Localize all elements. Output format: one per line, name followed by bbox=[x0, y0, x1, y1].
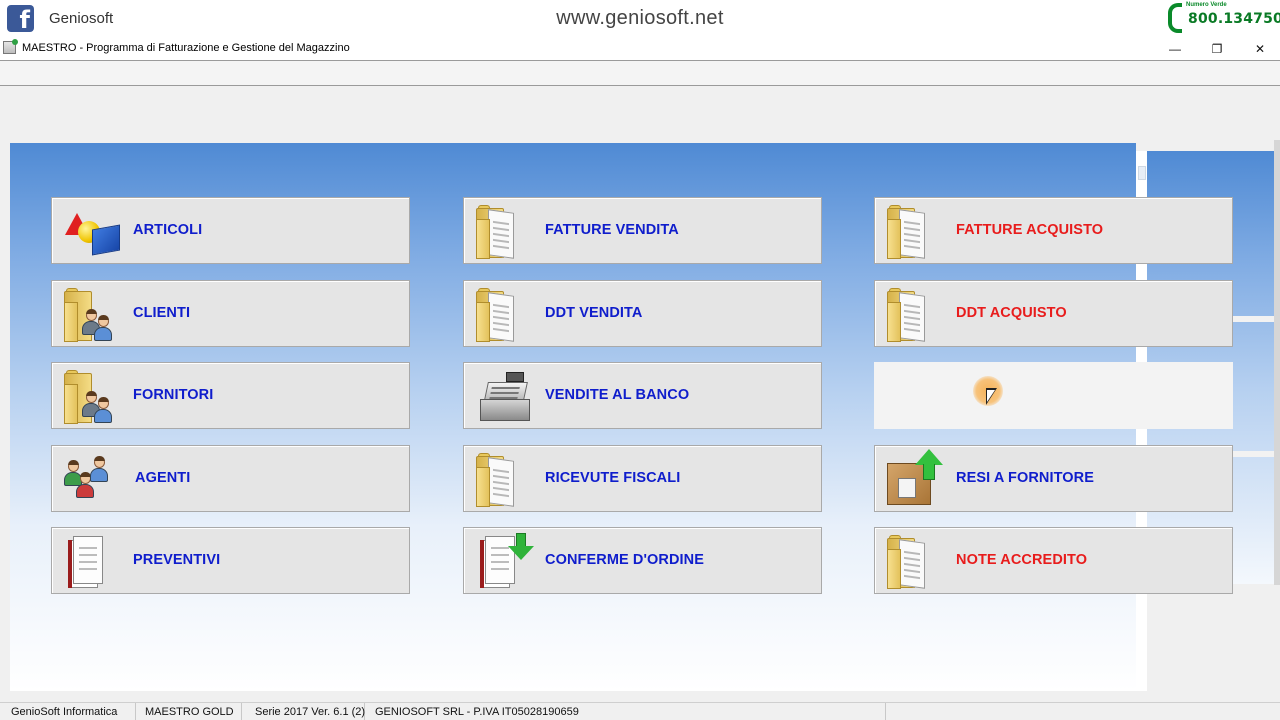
folder-icon bbox=[885, 533, 947, 590]
shapes-icon bbox=[62, 203, 124, 260]
fatture-vendita-label: FATTURE VENDITA bbox=[545, 222, 679, 238]
ddt-acquisto-button[interactable]: DDT ACQUISTO bbox=[874, 280, 1233, 347]
articoli-label: ARTICOLI bbox=[133, 222, 203, 238]
branding-bar: f Geniosoft www.geniosoft.net Numero Ver… bbox=[0, 0, 1280, 38]
status-license: GENIOSOFT SRL - P.IVA IT05028190659 bbox=[371, 703, 886, 720]
cash-register-icon bbox=[474, 368, 536, 425]
clienti-label: CLIENTI bbox=[133, 305, 191, 321]
box-arrow-up-icon bbox=[885, 449, 947, 508]
document-icon bbox=[62, 533, 124, 590]
status-company: GenioSoft Informatica bbox=[7, 703, 136, 720]
note-accredito-button[interactable]: NOTE ACCREDITO bbox=[874, 527, 1233, 594]
phone-caption: Numero Verde bbox=[1186, 2, 1227, 8]
status-version: Serie 2017 Ver. 6.1 (2) bbox=[251, 703, 365, 720]
people-folder-icon bbox=[62, 286, 124, 343]
fatture-vendita-button[interactable]: FATTURE VENDITA bbox=[463, 197, 822, 264]
preventivi-button[interactable]: PREVENTIVI bbox=[51, 527, 410, 594]
fornitori-label: FORNITORI bbox=[133, 387, 214, 403]
window-title: MAESTRO - Programma di Fatturazione e Ge… bbox=[22, 42, 350, 54]
document-arrow-down-icon bbox=[474, 533, 536, 590]
folder-icon bbox=[885, 203, 947, 260]
fornitori-button[interactable]: FORNITORI bbox=[51, 362, 410, 429]
agenti-label: AGENTI bbox=[135, 470, 191, 486]
minimize-button[interactable]: — bbox=[1155, 39, 1195, 59]
vendite-al-banco-label: VENDITE AL BANCO bbox=[545, 387, 690, 403]
folder-icon bbox=[474, 451, 536, 508]
window-titlebar: MAESTRO - Programma di Fatturazione e Ge… bbox=[0, 38, 1280, 60]
agents-icon bbox=[62, 451, 124, 508]
restore-button[interactable]: ❐ bbox=[1197, 39, 1237, 59]
fatture-acquisto-label: FATTURE ACQUISTO bbox=[956, 222, 1104, 238]
agenti-button[interactable]: AGENTI bbox=[51, 445, 410, 512]
edge-scrollbar[interactable] bbox=[1274, 140, 1280, 585]
phone-icon bbox=[1168, 3, 1182, 33]
clienti-button[interactable]: CLIENTI bbox=[51, 280, 410, 347]
folder-icon bbox=[474, 203, 536, 260]
ddt-acquisto-label: DDT ACQUISTO bbox=[956, 305, 1067, 321]
app-icon bbox=[3, 39, 18, 54]
folder-icon bbox=[474, 286, 536, 343]
articoli-button[interactable]: ARTICOLI bbox=[51, 197, 410, 264]
people-folder-icon bbox=[62, 368, 124, 425]
ricevute-fiscali-label: RICEVUTE FISCALI bbox=[545, 470, 681, 486]
mouse-cursor-icon bbox=[986, 388, 997, 405]
conferme-ordine-label: CONFERME D'ORDINE bbox=[545, 552, 705, 568]
close-button[interactable]: ✕ bbox=[1240, 39, 1280, 59]
ricevute-fiscali-button[interactable]: RICEVUTE FISCALI bbox=[463, 445, 822, 512]
fatture-acquisto-button[interactable]: FATTURE ACQUISTO bbox=[874, 197, 1233, 264]
ddt-vendita-button[interactable]: DDT VENDITA bbox=[463, 280, 822, 347]
conferme-ordine-button[interactable]: CONFERME D'ORDINE bbox=[463, 527, 822, 594]
status-edition: MAESTRO GOLD bbox=[141, 703, 242, 720]
resi-fornitore-label: RESI A FORNITORE bbox=[956, 470, 1095, 486]
note-accredito-label: NOTE ACCREDITO bbox=[956, 552, 1088, 568]
ddt-vendita-label: DDT VENDITA bbox=[545, 305, 643, 321]
folder-icon bbox=[885, 286, 947, 343]
status-bar: GenioSoft Informatica MAESTRO GOLD Serie… bbox=[0, 702, 1280, 720]
resi-fornitore-button[interactable]: RESI A FORNITORE bbox=[874, 445, 1233, 512]
toolbar-strip bbox=[0, 60, 1280, 86]
preventivi-label: PREVENTIVI bbox=[133, 552, 221, 568]
scroll-handle[interactable] bbox=[1138, 166, 1146, 180]
website-url: www.geniosoft.net bbox=[556, 7, 724, 29]
phone-number: 800.134750 bbox=[1188, 11, 1280, 27]
empty-slot-button[interactable] bbox=[874, 362, 1233, 429]
vendite-al-banco-button[interactable]: VENDITE AL BANCO bbox=[463, 362, 822, 429]
